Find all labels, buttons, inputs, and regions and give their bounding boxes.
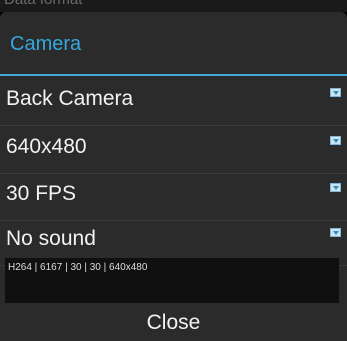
background-partial-text: Data format [4,0,82,8]
dropdown-arrow-icon [330,136,341,145]
frame-rate-select[interactable]: 30 FPS [0,174,347,221]
stream-status-text: H264 | 6167 | 30 | 30 | 640x480 [8,262,148,273]
dropdown-arrow-icon [330,88,341,97]
dialog-footer: Close [0,305,347,341]
camera-source-value: Back Camera [6,87,134,110]
background-screen: Data format [0,0,347,12]
resolution-value: 640x480 [6,135,87,158]
dropdown-arrow-icon [330,183,341,192]
stream-status-box: H264 | 6167 | 30 | 30 | 640x480 [5,258,339,303]
resolution-select[interactable]: 640x480 [0,127,347,174]
dropdown-arrow-icon [330,228,341,237]
camera-settings-dialog: Camera Back Camera 640x480 30 FPS No sou… [0,12,347,341]
dialog-header: Camera [0,12,347,74]
close-button[interactable]: Close [0,305,347,341]
frame-rate-value: 30 FPS [6,182,77,205]
dialog-title: Camera [10,33,82,55]
audio-value: No sound [6,227,96,250]
camera-source-select[interactable]: Back Camera [0,79,347,126]
title-divider [0,74,347,76]
